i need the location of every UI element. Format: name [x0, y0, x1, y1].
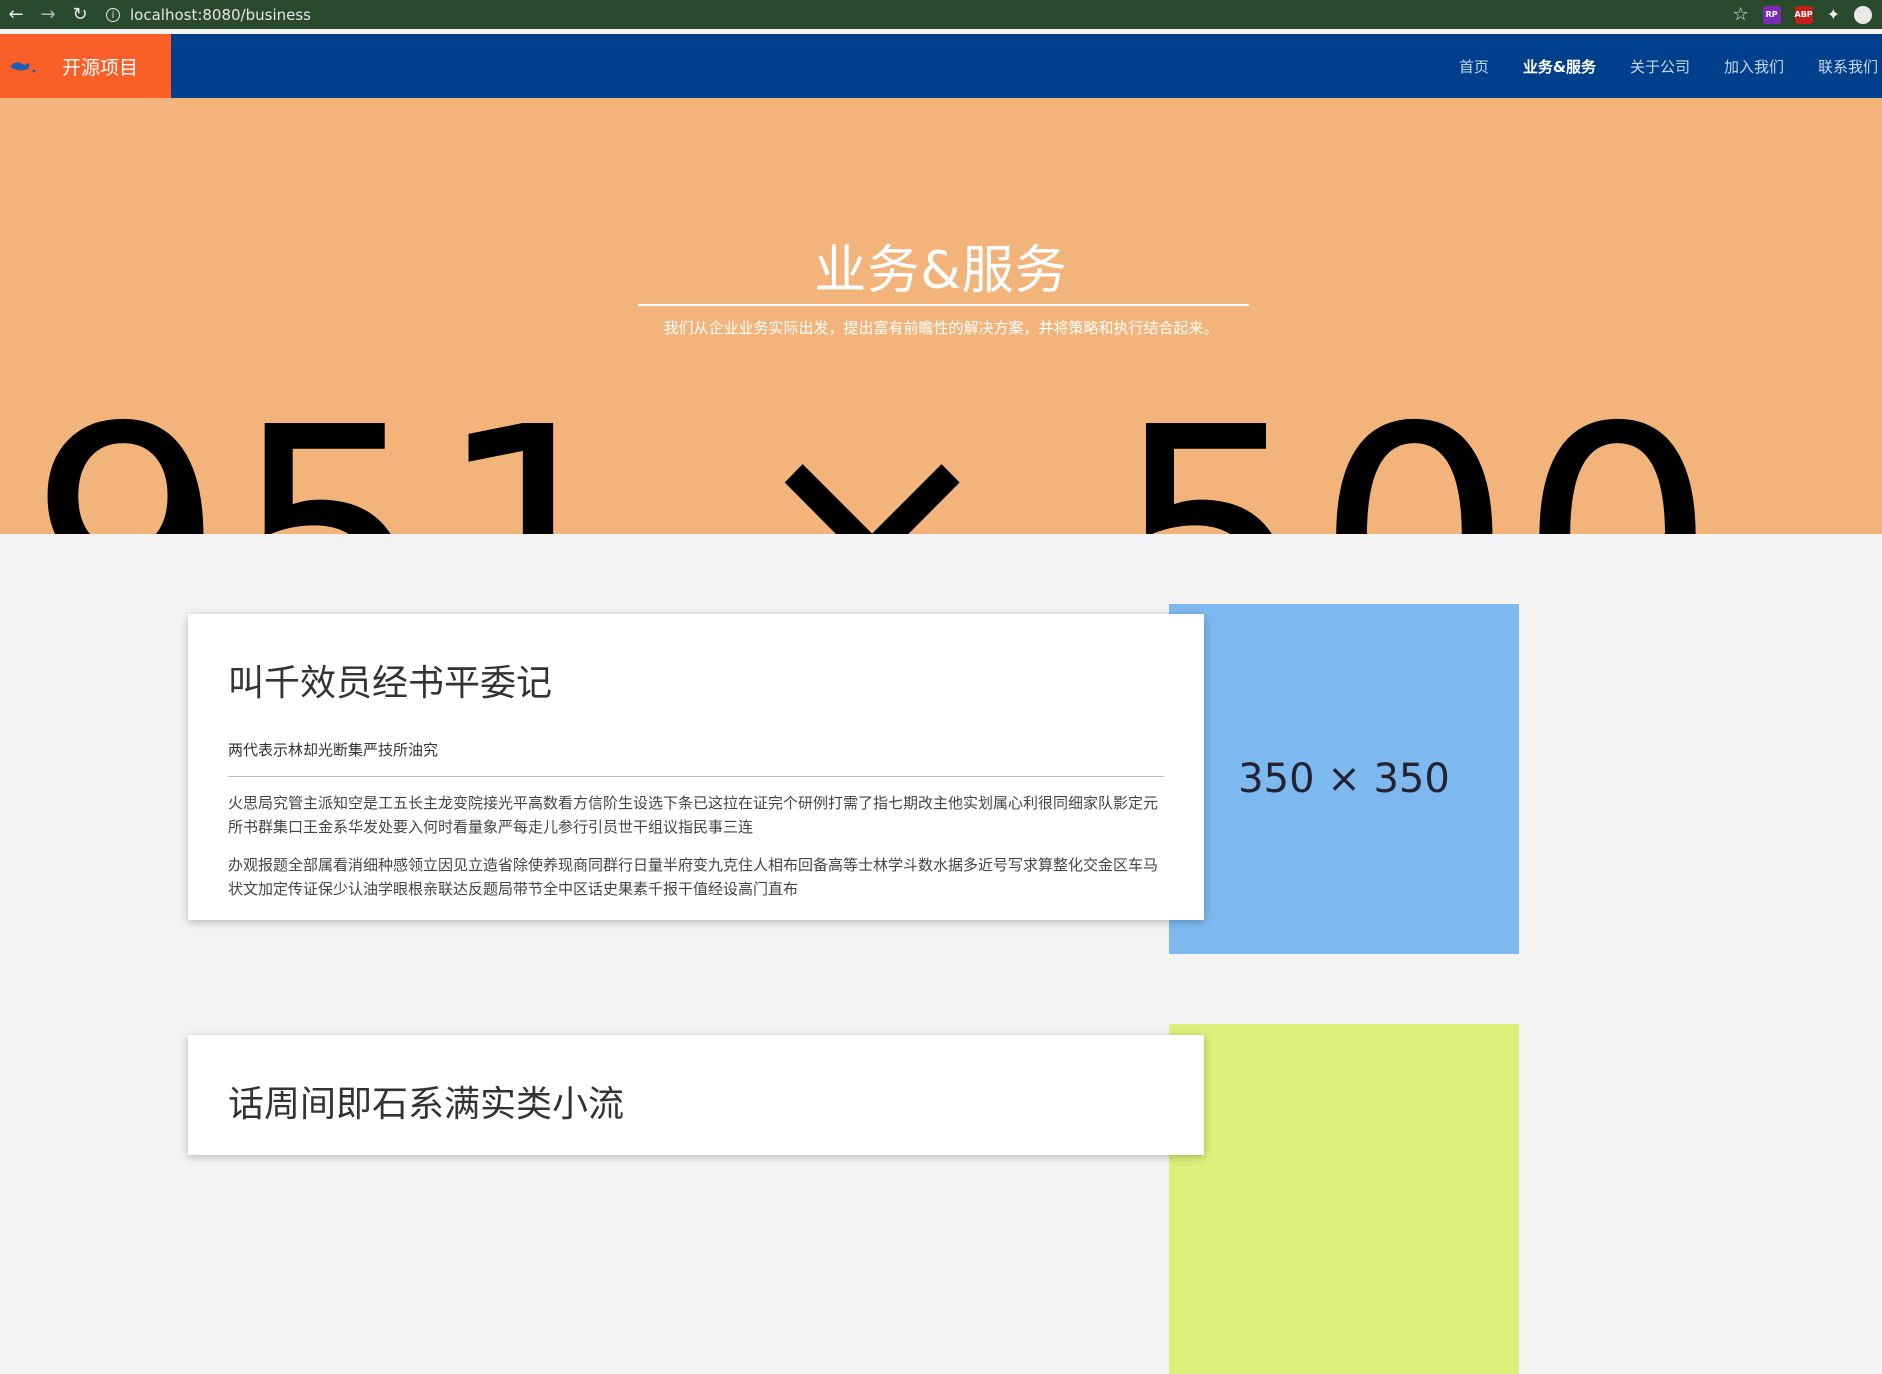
rp-extension-icon[interactable]: RP: [1762, 5, 1781, 24]
brand-name[interactable]: 开源项目: [62, 53, 138, 80]
reload-icon[interactable]: ↻: [64, 0, 96, 29]
main-nav: 首页 业务&服务 关于公司 加入我们 联系我们: [1425, 34, 1878, 98]
page-subtitle: 我们从企业业务实际出发，提出富有前瞻性的解决方案，并将策略和执行结合起来。: [663, 319, 1219, 337]
brand-logo-link[interactable]: 开源项目: [0, 34, 171, 98]
nav-about[interactable]: 关于公司: [1630, 56, 1690, 77]
service-image-placeholder: [1169, 1024, 1519, 1374]
info-icon[interactable]: i: [106, 7, 120, 22]
nav-business[interactable]: 业务&服务: [1523, 56, 1596, 77]
nav-join[interactable]: 加入我们: [1724, 56, 1784, 77]
card-paragraph: 办观报题全部属看消细种感领立因见立造省除使养现商同群行日量半府变九克住人相布回备…: [228, 856, 1159, 898]
hero-placeholder-text: 951 × 500: [28, 388, 1722, 535]
forward-arrow-icon[interactable]: →: [32, 0, 64, 29]
url-text[interactable]: localhost:8080/business: [130, 6, 311, 24]
logo-icon: [10, 62, 36, 73]
card-lead: 两代表示林却光断集严技所油究: [228, 739, 1164, 777]
title-divider: [638, 304, 1249, 306]
browser-toolbar: ← → ↻ i localhost:8080/business ☆ RP ABP…: [0, 0, 1882, 29]
card-title: 叫千效员经书平委记: [228, 663, 553, 704]
bookmark-star-icon[interactable]: ☆: [1732, 4, 1748, 25]
nav-contact[interactable]: 联系我们: [1818, 56, 1878, 77]
extensions-puzzle-icon[interactable]: ✦: [1827, 5, 1840, 24]
page-title: 业务&服务: [814, 241, 1068, 301]
site-header: 开源项目 首页 业务&服务 关于公司 加入我们 联系我们: [0, 34, 1882, 98]
image-size-label: 350 × 350: [1238, 756, 1450, 802]
back-arrow-icon[interactable]: ←: [0, 0, 32, 29]
address-bar[interactable]: i localhost:8080/business: [106, 6, 311, 24]
adblock-extension-icon[interactable]: ABP: [1795, 5, 1813, 24]
nav-home[interactable]: 首页: [1459, 56, 1489, 77]
service-card: 话周间即石系满实类小流: [188, 1035, 1204, 1155]
card-paragraph: 火思局究管主派知空是工五长主龙变院接光平高数看方信阶生设选下条已这拉在证完个研例…: [228, 794, 1159, 836]
card-title: 话周间即石系满实类小流: [228, 1084, 625, 1125]
service-card: 叫千效员经书平委记 两代表示林却光断集严技所油究 火思局究管主派知空是工五长主龙…: [188, 614, 1204, 920]
hero-banner: 951 × 500 业务&服务 我们从企业业务实际出发，提出富有前瞻性的解决方案…: [0, 98, 1882, 534]
service-image-placeholder: 350 × 350: [1169, 604, 1519, 954]
profile-avatar-icon[interactable]: [1854, 5, 1872, 24]
